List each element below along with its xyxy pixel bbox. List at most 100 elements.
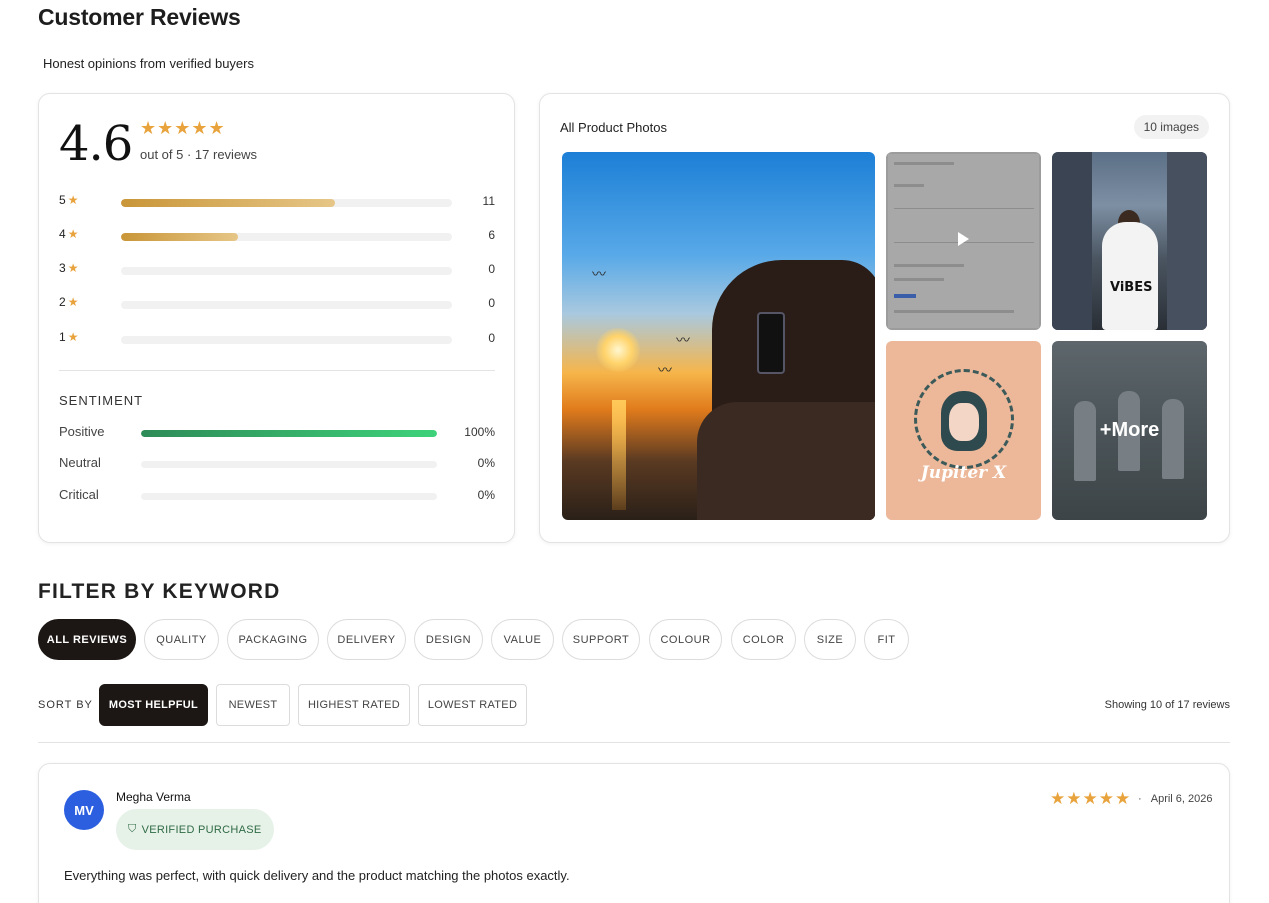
sun-shape — [596, 328, 640, 372]
date-separator: · — [1138, 793, 1142, 805]
photos-count-badge: 10 images — [1133, 115, 1209, 139]
review-text: Everything was perfect, with quick deliv… — [64, 868, 570, 883]
sort-newest-button[interactable]: NEWEST — [216, 684, 290, 726]
verified-purchase-badge: ⛉ VERIFIED PURCHASE — [116, 809, 274, 850]
rating-bar-track — [121, 199, 452, 207]
chip-fit[interactable]: FIT — [864, 619, 909, 660]
rating-row-5[interactable]: 5 ★ 11 — [59, 193, 495, 211]
star-icon: ★ — [67, 261, 79, 275]
chip-color[interactable]: COLOR — [731, 619, 796, 660]
rating-bar-track — [121, 301, 452, 309]
rating-row-label: 2 ★ — [59, 295, 78, 309]
rating-row-label: 5 ★ — [59, 193, 78, 207]
rating-bar-fill — [121, 233, 238, 241]
doc-line — [894, 310, 1014, 313]
rating-row-3[interactable]: 3 ★ 0 — [59, 261, 495, 279]
rating-bar-track — [121, 233, 452, 241]
rating-row-count: 6 — [488, 228, 495, 242]
verified-purchase-label: VERIFIED PURCHASE — [141, 823, 262, 836]
rating-bar-fill — [121, 199, 336, 207]
sort-lowest-rated-button[interactable]: LOWEST RATED — [418, 684, 527, 726]
divider — [59, 370, 495, 371]
sentiment-label: Critical — [59, 487, 99, 502]
photo-more-thumbnail[interactable]: +More — [1052, 341, 1207, 520]
chip-value[interactable]: VALUE — [491, 619, 554, 660]
shirt-text: ViBES — [1110, 280, 1153, 295]
avatar: MV — [64, 790, 104, 830]
bird-icon: 〰 — [592, 266, 606, 282]
rating-row-count: 0 — [488, 331, 495, 345]
rating-row-count: 0 — [488, 296, 495, 310]
chip-quality[interactable]: QUALITY — [144, 619, 219, 660]
bird-icon: 〰 — [676, 332, 690, 348]
building-shape — [1052, 152, 1092, 330]
rating-row-1[interactable]: 1 ★ 0 — [59, 330, 495, 348]
rating-caption: out of 5 · 17 reviews — [140, 147, 258, 162]
rating-row-stars: 2 — [59, 295, 66, 309]
chip-support[interactable]: SUPPORT — [562, 619, 640, 660]
logo-face — [949, 403, 979, 441]
chip-colour[interactable]: COLOUR — [649, 619, 722, 660]
rating-row-4[interactable]: 4 ★ 6 — [59, 227, 495, 245]
rating-row-2[interactable]: 2 ★ 0 — [59, 295, 495, 313]
rating-summary-card: 4.6 ★★★★★ out of 5 · 17 reviews 5 ★ 11 4 ★ 6 3… — [38, 93, 515, 543]
results-count: Showing 10 of 17 reviews — [1104, 699, 1230, 711]
sentiment-label: Neutral — [59, 455, 101, 470]
sentiment-bar-track — [141, 430, 437, 437]
doc-line — [894, 208, 1034, 209]
divider — [38, 742, 1230, 743]
sentiment-bar-track — [141, 493, 437, 500]
sentiment-row-critical: Critical 0% — [59, 487, 495, 505]
rating-row-stars: 4 — [59, 227, 66, 241]
star-icon: ★ — [67, 227, 79, 241]
photo-logo-jupiter-x[interactable]: Jupiter X — [886, 341, 1041, 520]
sentiment-bar-track — [141, 461, 437, 468]
photo-video-thumbnail[interactable] — [886, 152, 1041, 330]
sentiment-row-positive: Positive 100% — [59, 424, 495, 442]
rating-row-label: 3 ★ — [59, 261, 78, 275]
sentiment-row-neutral: Neutral 0% — [59, 455, 495, 473]
photo-city-street[interactable]: ViBES — [1052, 152, 1207, 330]
sort-highest-rated-button[interactable]: HIGHEST RATED — [298, 684, 410, 726]
rating-bar-track — [121, 267, 452, 275]
bird-icon: 〰 — [658, 362, 672, 378]
star-icon: ★ — [67, 193, 79, 207]
reviewer-name: Megha Verma — [116, 790, 191, 804]
filter-heading: FILTER BY KEYWORD — [38, 580, 281, 603]
rating-row-stars: 3 — [59, 261, 66, 275]
chip-all-reviews[interactable]: ALL REVIEWS — [38, 619, 136, 660]
sort-most-helpful-button[interactable]: MOST HELPFUL — [99, 684, 208, 726]
sentiment-label: Positive — [59, 424, 105, 439]
rating-row-count: 11 — [482, 194, 495, 208]
building-shape — [1167, 152, 1207, 330]
rating-row-stars: 1 — [59, 330, 66, 344]
star-icon: ★ — [67, 330, 79, 344]
chip-delivery[interactable]: DELIVERY — [327, 619, 406, 660]
review-stars-icon: ★★★★★ — [1050, 789, 1132, 808]
average-stars-icon: ★★★★★ — [140, 118, 226, 138]
doc-line — [894, 278, 944, 281]
sentiment-bar-fill — [141, 430, 437, 437]
photo-sunset[interactable]: 〰 〰 〰 〰 — [562, 152, 875, 520]
star-icon: ★ — [67, 295, 79, 309]
review-card: MV Megha Verma ⛉ VERIFIED PURCHASE ★★★★★… — [38, 763, 1230, 903]
photos-title: All Product Photos — [560, 120, 667, 135]
sentiment-percent: 0% — [477, 456, 495, 470]
review-date-text: April 6, 2026 — [1150, 793, 1213, 805]
chip-design[interactable]: DESIGN — [414, 619, 483, 660]
sentiment-percent: 100% — [464, 425, 495, 439]
phone-icon — [757, 312, 785, 374]
play-icon — [958, 232, 969, 246]
sentiment-heading: SENTIMENT — [59, 393, 144, 408]
chip-packaging[interactable]: PACKAGING — [227, 619, 319, 660]
rating-row-label: 1 ★ — [59, 330, 78, 344]
rating-bar-track — [121, 336, 452, 344]
logo-text: Jupiter X — [920, 463, 1007, 483]
chip-size[interactable]: SIZE — [804, 619, 856, 660]
rating-row-label: 4 ★ — [59, 227, 78, 241]
doc-line — [894, 264, 964, 267]
sun-reflection — [612, 400, 626, 510]
rating-row-count: 0 — [488, 262, 495, 276]
rating-row-stars: 5 — [59, 193, 66, 207]
shield-check-icon: ⛉ — [128, 823, 137, 835]
